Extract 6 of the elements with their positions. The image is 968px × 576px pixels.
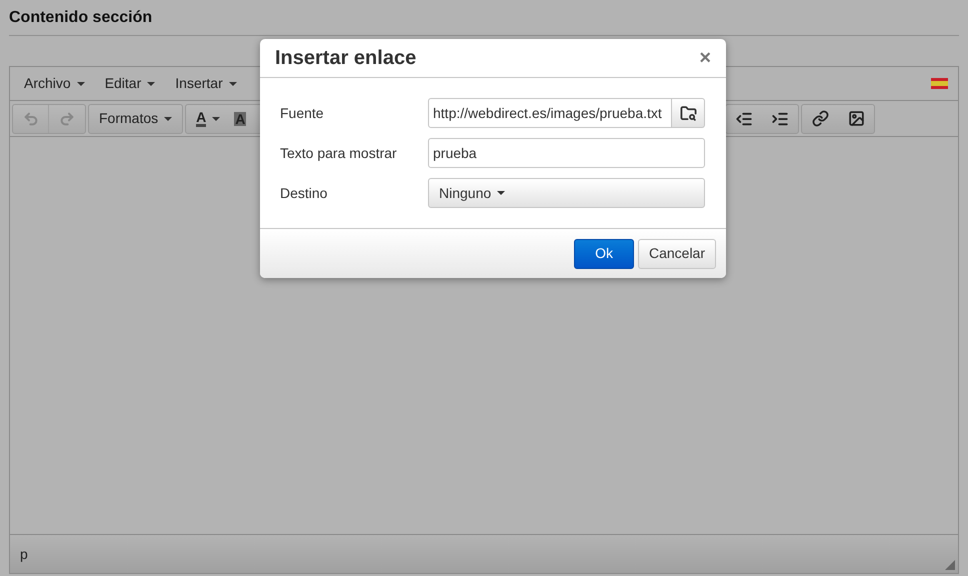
- section-heading: Contenido sección: [9, 6, 959, 36]
- dialog-title: Insertar enlace: [275, 46, 416, 71]
- field-label: Texto para mostrar: [280, 144, 398, 163]
- field-label: Fuente: [280, 104, 325, 122]
- element-path: p: [20, 544, 28, 564]
- field-label: Destino: [280, 184, 328, 202]
